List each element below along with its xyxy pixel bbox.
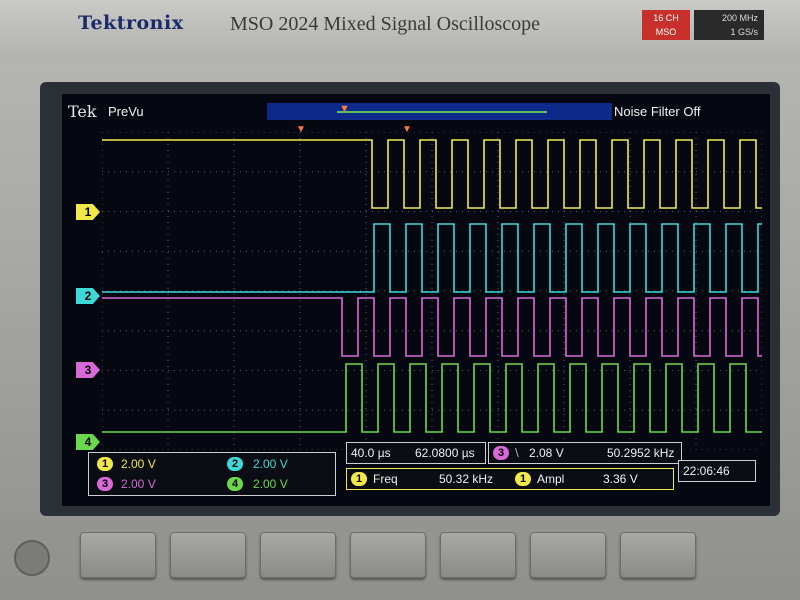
softkey-7[interactable] <box>620 532 696 578</box>
softkey-3[interactable] <box>260 532 336 578</box>
clock-time: 22:06:46 <box>683 464 730 478</box>
clock-panel: 22:06:46 <box>678 460 756 482</box>
record-view-bar: ▼ <box>267 103 612 120</box>
meas2-value: 3.36 V <box>603 472 638 486</box>
waveforms <box>102 139 762 433</box>
ch4-waveform <box>102 363 762 433</box>
time-scale: 40.0 µs <box>351 446 391 460</box>
softkey-2[interactable] <box>170 532 246 578</box>
ch1-scale: 2.00 V <box>121 457 156 471</box>
meas1-value: 50.32 kHz <box>439 472 494 486</box>
spec-line1: 200 MHz <box>721 13 758 23</box>
status-bar: Tek PreVu ▼ Noise Filter Off <box>62 100 770 122</box>
ch2-scale: 2.00 V <box>253 457 288 471</box>
meas2-source-tag: 1 <box>515 472 531 486</box>
ch4-scale: 2.00 V <box>253 477 288 491</box>
softkey-4[interactable] <box>350 532 426 578</box>
trigger-panel: 3 ⧵ 2.08 V 50.2952 kHz <box>488 442 682 464</box>
display-screen: Tek PreVu ▼ Noise Filter Off ▼ ▼ 1 2 3 4… <box>62 94 770 506</box>
measurement-panel: 1 Freq 50.32 kHz 1 Ampl 3.36 V <box>346 468 674 490</box>
ch1-marker[interactable]: 1 <box>76 204 100 220</box>
softkey-6[interactable] <box>530 532 606 578</box>
meas2-label: Ampl <box>537 472 565 486</box>
channel-badge: 16 CH MSO <box>642 10 690 40</box>
ch2-marker[interactable]: 2 <box>76 288 100 304</box>
trigger-level: 2.08 V <box>529 446 564 460</box>
spec-badge: 200 MHz 1 GS/s <box>694 10 764 40</box>
meas1-source-tag: 1 <box>351 472 367 486</box>
meas1-label: Freq <box>373 472 398 486</box>
badge-line2: MSO <box>655 27 677 37</box>
acquisition-mode: PreVu <box>108 104 144 119</box>
ch4-tag: 4 <box>227 477 243 491</box>
badge-line1: 16 CH <box>653 13 679 23</box>
falling-edge-icon: ⧵ <box>515 446 519 460</box>
vertical-scale-panel: 1 2.00 V 2 2.00 V 3 2.00 V 4 2.00 V <box>88 452 336 496</box>
spec-line2: 1 GS/s <box>730 27 758 37</box>
ch3-scale: 2.00 V <box>121 477 156 491</box>
trigger-source-tag: 3 <box>493 446 509 460</box>
trigger-frequency: 50.2952 kHz <box>607 446 675 460</box>
softkey-1[interactable] <box>80 532 156 578</box>
tek-logo: Tek <box>68 102 97 121</box>
horizontal-position-icon: ▼ <box>402 124 412 135</box>
ch3-marker[interactable]: 3 <box>76 362 100 378</box>
trigger-point-icon: ▼ <box>296 124 306 135</box>
model-name: MSO 2024 Mixed Signal Oscilloscope <box>230 13 540 35</box>
waveform-display <box>102 132 762 450</box>
noise-filter-status: Noise Filter Off <box>614 104 701 119</box>
trigger-position-icon: ▼ <box>339 103 350 115</box>
timebase-panel: 40.0 µs 62.0800 µs <box>346 442 486 464</box>
ch1-tag: 1 <box>97 457 113 471</box>
menu-off-button[interactable] <box>14 540 50 576</box>
brand-bar: Tektronix MSO 2024 Mixed Signal Oscillos… <box>0 0 800 58</box>
ch4-marker[interactable]: 4 <box>76 434 100 450</box>
softkey-5[interactable] <box>440 532 516 578</box>
ch2-tag: 2 <box>227 457 243 471</box>
graticule <box>102 132 762 450</box>
oscilloscope-bezel: Tektronix MSO 2024 Mixed Signal Oscillos… <box>0 0 800 600</box>
record-window <box>337 111 547 113</box>
brand-logo: Tektronix <box>78 12 184 34</box>
time-position: 62.0800 µs <box>415 446 475 460</box>
ch3-tag: 3 <box>97 477 113 491</box>
